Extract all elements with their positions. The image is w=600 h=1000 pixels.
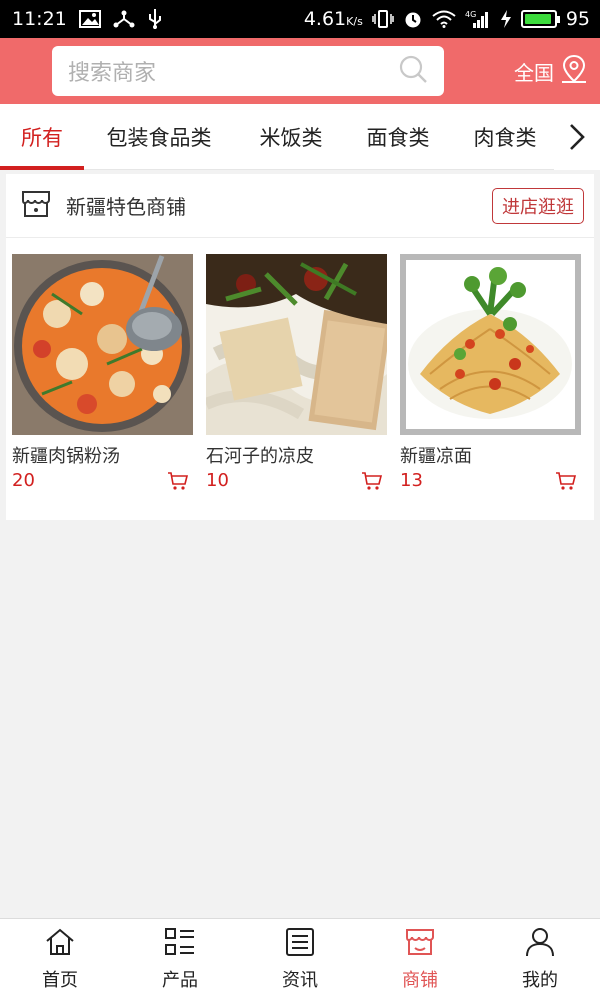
product-card[interactable]: 石河子的凉皮 10 [206, 254, 387, 491]
battery-icon [520, 10, 560, 28]
store-icon [404, 927, 436, 962]
grid-list-icon [164, 927, 196, 962]
enter-shop-button[interactable]: 进店逛逛 [492, 187, 584, 224]
location-pin-icon [560, 54, 588, 89]
nav-products[interactable]: 产品 [120, 919, 240, 1000]
nav-store-label: 商铺 [402, 970, 438, 991]
nav-home[interactable]: 首页 [0, 919, 120, 1000]
product-name: 新疆肉锅粉汤 [12, 446, 120, 467]
nav-news[interactable]: 资讯 [240, 919, 360, 1000]
image-notification-icon [78, 10, 101, 28]
nav-products-label: 产品 [162, 970, 198, 991]
product-image-soup[interactable] [12, 254, 193, 435]
nav-store[interactable]: 商铺 [360, 919, 480, 1000]
category-tabs: 所有 包装食品类 米饭类 面食类 肉食类 [0, 104, 600, 170]
battery-fill [524, 14, 552, 24]
vibrate-icon [372, 9, 394, 29]
battery-percent: 95 [565, 8, 590, 30]
search-icon[interactable] [398, 54, 428, 88]
home-icon [44, 927, 76, 962]
product-list: 新疆肉锅粉汤 20 石河子的凉皮 10 新疆凉面 13 [6, 238, 594, 491]
header: 搜索商家 全国 [0, 38, 600, 104]
shop-card: 新疆特色商铺 进店逛逛 新疆肉锅粉汤 20 石河子的凉皮 10 新疆凉面 13 [6, 174, 594, 520]
share-notification-icon [113, 9, 135, 29]
status-time: 11:21 [12, 8, 67, 30]
signal-label: 4G [465, 10, 476, 19]
product-price: 10 [206, 470, 229, 491]
product-name: 新疆凉面 [400, 446, 472, 467]
usb-icon [147, 8, 163, 30]
tab-noodles[interactable]: 面食类 [348, 104, 448, 170]
tab-all[interactable]: 所有 [0, 104, 84, 170]
product-card[interactable]: 新疆肉锅粉汤 20 [12, 254, 193, 491]
tab-packaged-food[interactable]: 包装食品类 [84, 104, 234, 170]
search-placeholder: 搜索商家 [68, 61, 157, 86]
product-price: 20 [12, 470, 35, 491]
nav-news-label: 资讯 [282, 970, 318, 991]
nav-profile[interactable]: 我的 [480, 919, 600, 1000]
tab-rice[interactable]: 米饭类 [234, 104, 348, 170]
region-selector[interactable]: 全国 [514, 54, 588, 89]
nav-profile-label: 我的 [522, 970, 558, 991]
signal-icon: 4G [465, 9, 491, 29]
shop-icon [20, 188, 52, 224]
tab-meat[interactable]: 肉食类 [448, 104, 562, 170]
user-icon [524, 927, 556, 962]
network-speed: 4.61K/s [303, 8, 363, 30]
news-icon [284, 927, 316, 962]
alarm-icon [403, 9, 423, 29]
wifi-icon [432, 10, 456, 28]
shop-name: 新疆特色商铺 [66, 195, 186, 219]
product-image-liangpi[interactable] [206, 254, 387, 435]
chevron-right-icon[interactable] [554, 104, 600, 170]
nav-home-label: 首页 [42, 970, 78, 991]
cart-icon[interactable] [555, 471, 577, 491]
shop-header: 新疆特色商铺 进店逛逛 [6, 174, 594, 238]
bottom-nav: 首页 产品 资讯 商铺 我的 [0, 918, 600, 1000]
status-bar: 11:21 4.61K/s 4G 95 [0, 0, 600, 38]
cart-icon[interactable] [167, 471, 189, 491]
charging-icon [500, 9, 512, 29]
product-image-cold-noodles[interactable] [400, 254, 581, 435]
search-input[interactable]: 搜索商家 [52, 46, 444, 96]
product-name: 石河子的凉皮 [206, 446, 314, 467]
region-label: 全国 [514, 60, 554, 85]
product-card[interactable]: 新疆凉面 13 [400, 254, 581, 491]
product-price: 13 [400, 470, 423, 491]
cart-icon[interactable] [361, 471, 383, 491]
